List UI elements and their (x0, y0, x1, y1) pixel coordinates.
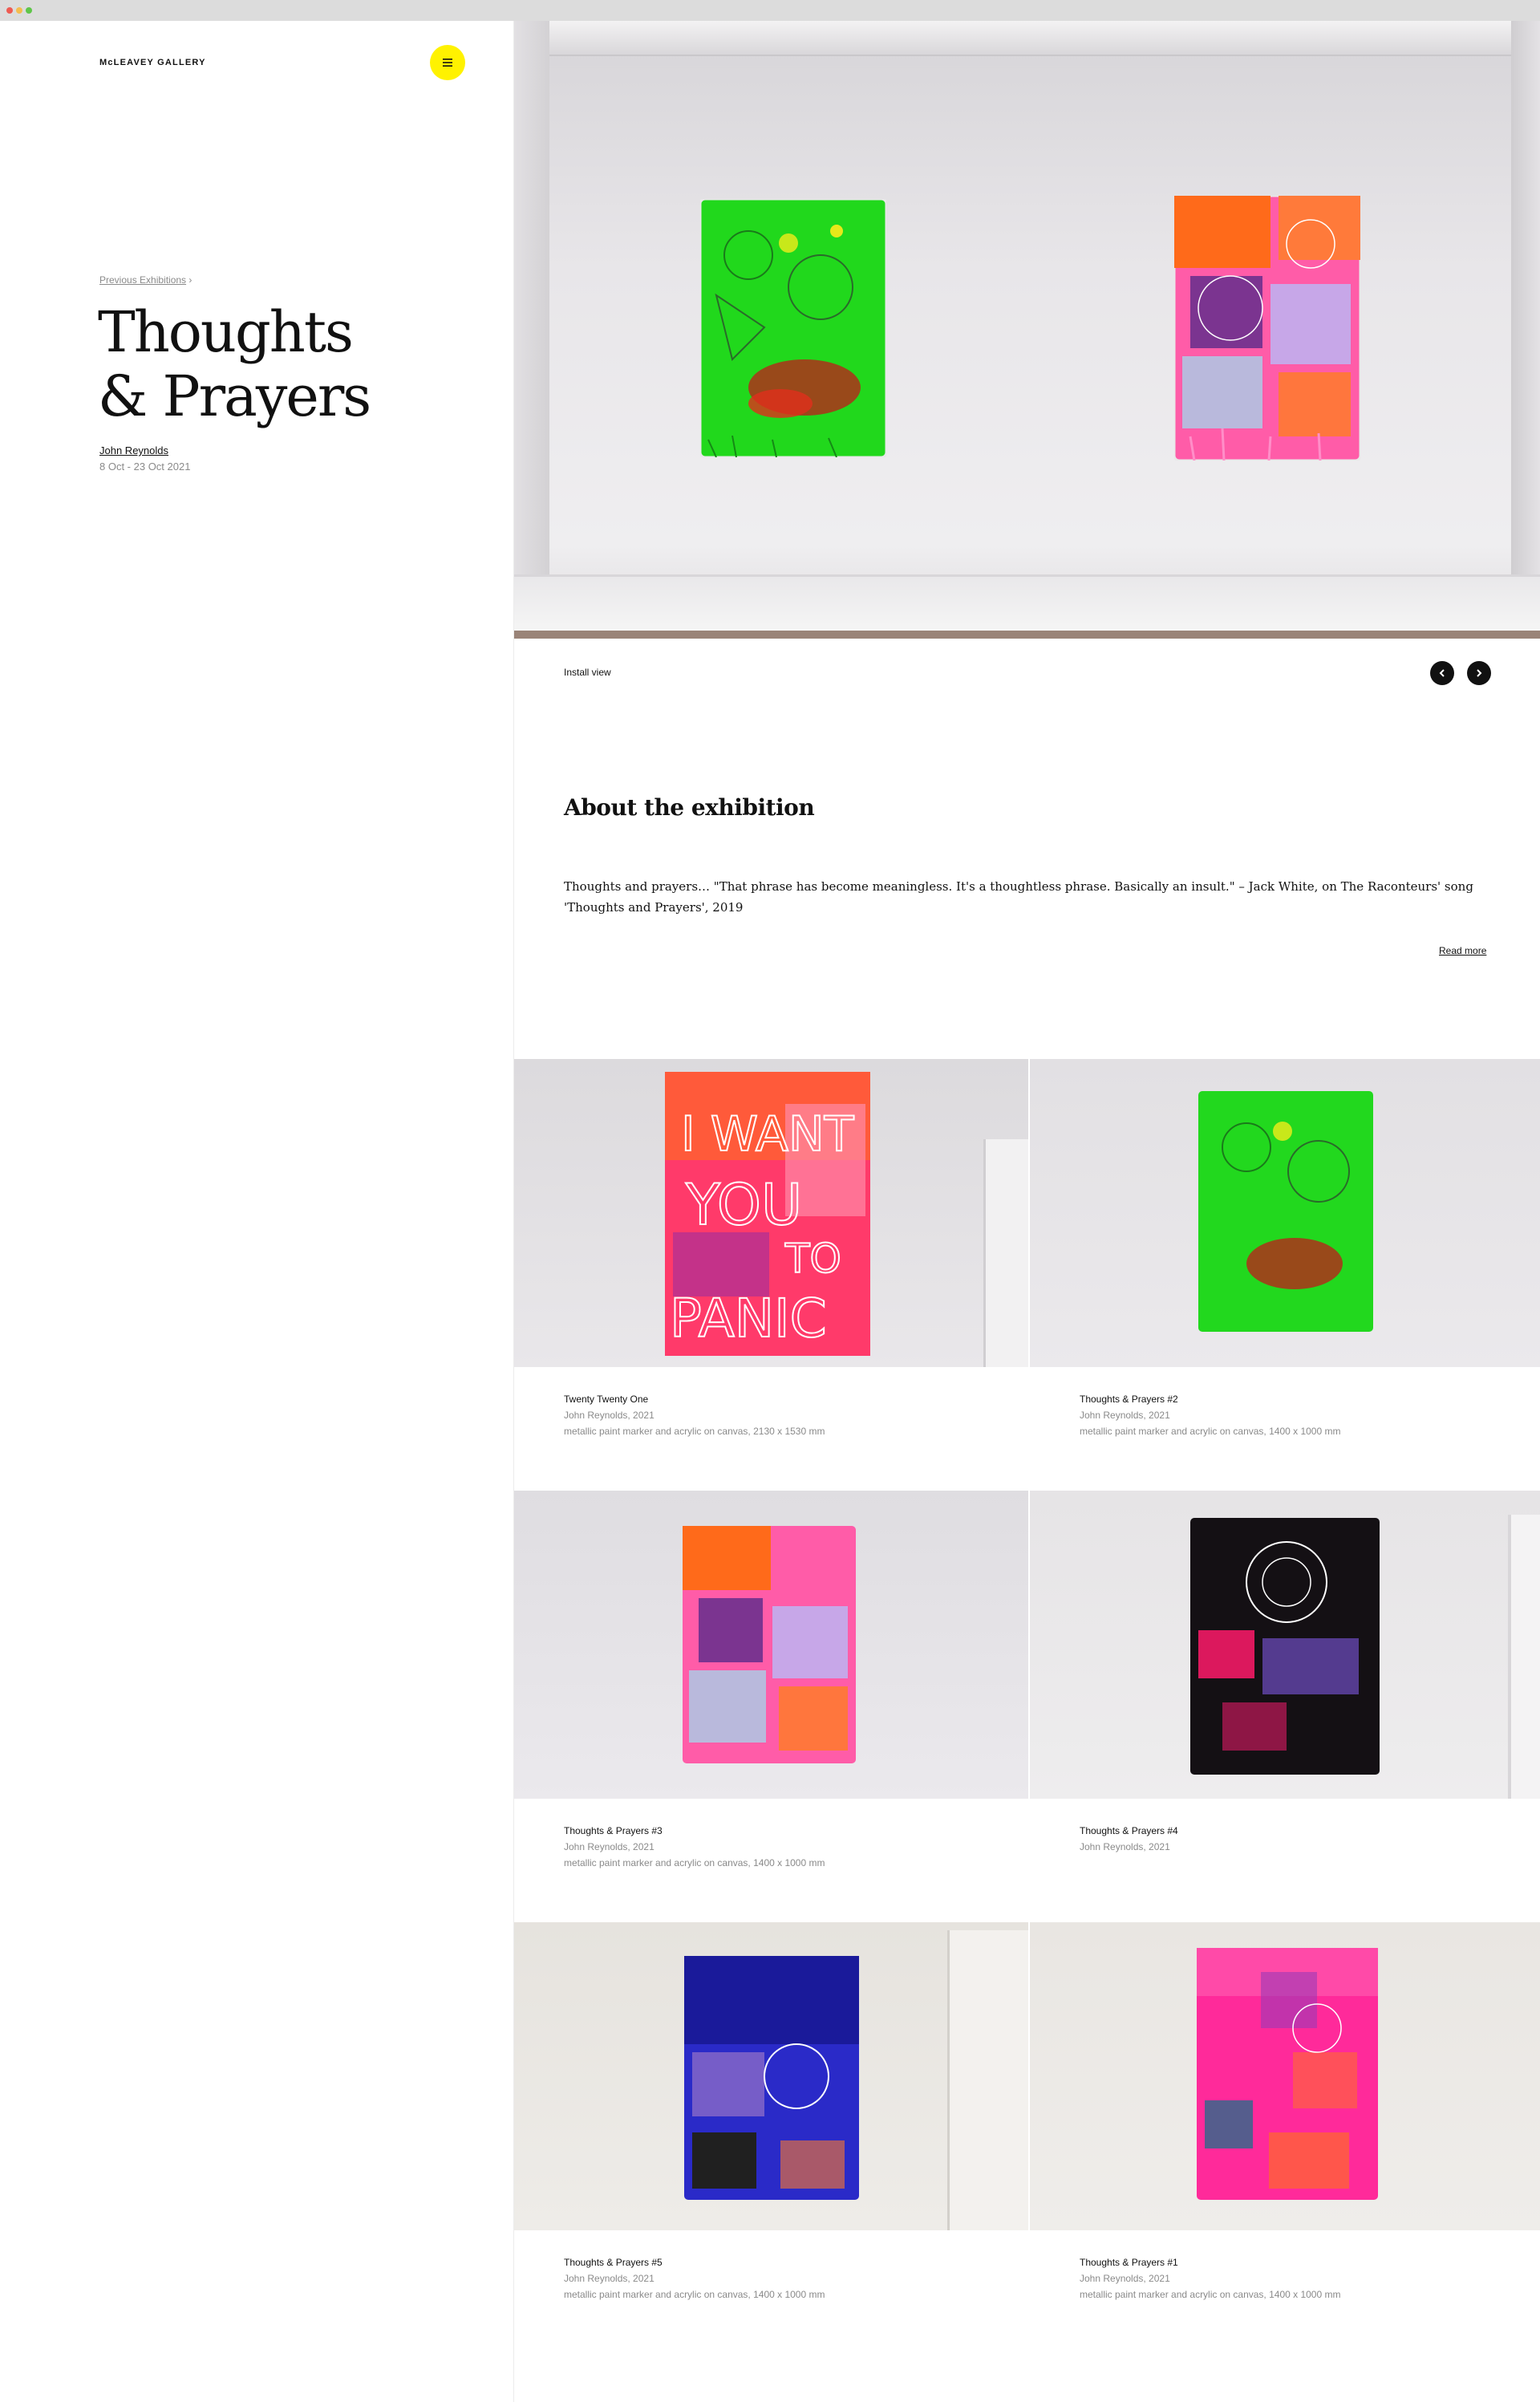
work-image-thoughts-prayers-3[interactable] (514, 1491, 1028, 1799)
work-title[interactable]: Thoughts & Prayers #2 (1080, 1391, 1540, 1407)
work-artist-year: John Reynolds, 2021 (564, 1841, 654, 1852)
page-title: Thoughts & Prayers (98, 300, 483, 428)
work-medium: metallic paint marker and acrylic on can… (564, 1857, 825, 1868)
door-frame (983, 1139, 1028, 1367)
orange-pink-painting (1174, 196, 1360, 461)
work-artist-year: John Reynolds, 2021 (1080, 2273, 1170, 2284)
wall-right (1511, 21, 1540, 639)
work-title[interactable]: Thoughts & Prayers #1 (1080, 2254, 1540, 2270)
work-caption-thoughts-prayers-4: Thoughts & Prayers #4 John Reynolds, 202… (1080, 1823, 1540, 1855)
painting-twenty-twenty-one: I WANT YOU TO PANIC (665, 1072, 870, 1356)
painting-thoughts-prayers-4 (1190, 1518, 1380, 1775)
left-sidebar: McLEAVEY GALLERY Previous Exhibitions › … (0, 21, 514, 2402)
chevron-left-icon (1439, 669, 1445, 677)
about-text: Thoughts and prayers… "That phrase has b… (564, 879, 1473, 915)
work-title[interactable]: Thoughts & Prayers #3 (564, 1823, 1045, 1839)
hamburger-icon (443, 59, 452, 67)
exhibition-dates: 8 Oct - 23 Oct 2021 (99, 461, 191, 473)
work-artist-year: John Reynolds, 2021 (1080, 1410, 1170, 1421)
painting-thoughts-prayers-1 (1197, 1948, 1378, 2200)
chevron-right-icon (1477, 669, 1482, 677)
window-maximize-dot[interactable] (26, 7, 32, 14)
work-title[interactable]: Thoughts & Prayers #4 (1080, 1823, 1540, 1839)
work-medium: metallic paint marker and acrylic on can… (1080, 1426, 1341, 1437)
about-heading: About the exhibition (564, 794, 815, 821)
browser-bar (0, 0, 1540, 21)
painting-thoughts-prayers-3 (683, 1526, 856, 1763)
work-artist-year: John Reynolds, 2021 (1080, 1841, 1170, 1852)
work-image-thoughts-prayers-5[interactable] (514, 1922, 1028, 2230)
install-view-image (514, 21, 1540, 639)
breadcrumb-previous-exhibitions-link[interactable]: Previous Exhibitions (99, 274, 186, 286)
skirting-board (514, 574, 1540, 631)
work-image-thoughts-prayers-2[interactable] (1030, 1059, 1540, 1367)
work-medium: metallic paint marker and acrylic on can… (564, 1426, 825, 1437)
work-caption-thoughts-prayers-1: Thoughts & Prayers #1 John Reynolds, 202… (1080, 2254, 1540, 2303)
work-medium: metallic paint marker and acrylic on can… (564, 2289, 825, 2300)
work-caption-thoughts-prayers-5: Thoughts & Prayers #5 John Reynolds, 202… (564, 2254, 1045, 2303)
work-artist-year: John Reynolds, 2021 (564, 2273, 654, 2284)
green-painting (700, 199, 886, 457)
floor (514, 631, 1540, 639)
window-minimize-dot[interactable] (16, 7, 22, 14)
work-title[interactable]: Twenty Twenty One (564, 1391, 1045, 1407)
painting-text-to: TO (784, 1235, 841, 1282)
door-frame (1508, 1515, 1540, 1799)
breadcrumb: Previous Exhibitions › (99, 274, 192, 286)
painting-text-i-want: I WANT (681, 1106, 854, 1162)
wall-left (514, 21, 549, 639)
breadcrumb-separator: › (188, 274, 192, 286)
painting-thoughts-prayers-5 (684, 1956, 859, 2200)
work-image-twenty-twenty-one[interactable]: I WANT YOU TO PANIC (514, 1059, 1028, 1367)
page-title-line-1: Thoughts (98, 299, 354, 365)
painting-thoughts-prayers-2 (1198, 1091, 1373, 1332)
slideshow-next-button[interactable] (1467, 661, 1491, 685)
window-close-dot[interactable] (6, 7, 13, 14)
work-medium: metallic paint marker and acrylic on can… (1080, 2289, 1341, 2300)
menu-button[interactable] (430, 45, 465, 80)
hero-caption: Install view (564, 667, 611, 678)
hero-caption-bar: Install view (514, 639, 1540, 711)
work-caption-thoughts-prayers-2: Thoughts & Prayers #2 John Reynolds, 202… (1080, 1391, 1540, 1439)
work-caption-twenty-twenty-one: Twenty Twenty One John Reynolds, 2021 me… (564, 1391, 1045, 1439)
artist-link[interactable]: John Reynolds (99, 444, 168, 456)
work-caption-thoughts-prayers-3: Thoughts & Prayers #3 John Reynolds, 202… (564, 1823, 1045, 1871)
work-image-thoughts-prayers-1[interactable] (1030, 1922, 1540, 2230)
work-artist-year: John Reynolds, 2021 (564, 1410, 654, 1421)
work-title[interactable]: Thoughts & Prayers #5 (564, 2254, 1045, 2270)
painting-text-you: YOU (685, 1172, 802, 1238)
painting-text-panic: PANIC (670, 1288, 827, 1349)
gallery-logo[interactable]: McLEAVEY GALLERY (99, 58, 206, 67)
ceiling-cornice (514, 21, 1540, 56)
wall-corner (947, 1930, 1028, 2230)
read-more-link[interactable]: Read more (1439, 945, 1486, 956)
work-image-thoughts-prayers-4[interactable] (1030, 1491, 1540, 1799)
page-title-line-2: & Prayers (98, 363, 371, 429)
slideshow-prev-button[interactable] (1430, 661, 1454, 685)
